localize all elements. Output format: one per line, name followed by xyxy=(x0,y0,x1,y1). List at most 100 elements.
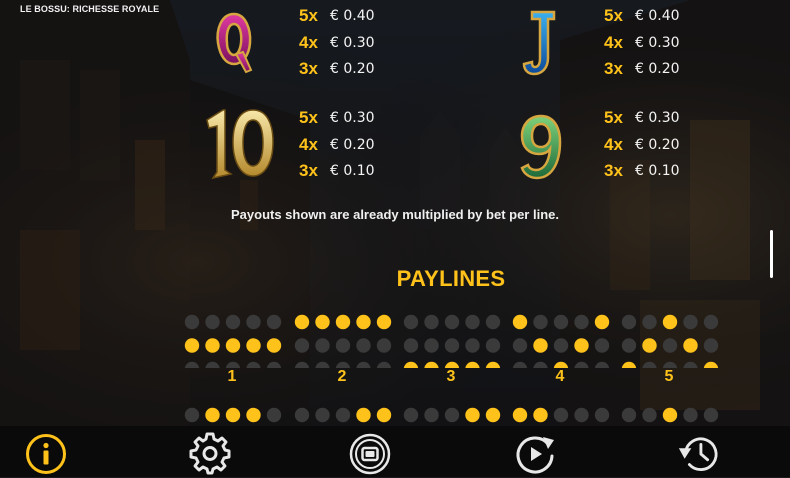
number-9-symbol-icon xyxy=(518,112,564,180)
payline-dot xyxy=(683,407,698,423)
payline-dot xyxy=(294,338,310,353)
autoplay-button[interactable] xyxy=(347,432,393,478)
payline-dot-active xyxy=(266,338,282,353)
payline-dot xyxy=(642,314,657,330)
payout-amount: € 0.30 xyxy=(330,110,375,127)
payline-dot xyxy=(444,314,460,330)
payline-dot xyxy=(424,407,439,423)
payout-row: 3x € 0.10 xyxy=(604,158,704,185)
info-icon xyxy=(26,434,66,474)
game-title: LE BOSSU: RICHESSE ROYALE xyxy=(20,4,160,14)
spin-icon xyxy=(516,436,554,474)
payline-grid-partial xyxy=(621,407,719,423)
payout-count: 5x xyxy=(604,108,623,128)
payout-count: 5x xyxy=(299,108,318,128)
payline-dot xyxy=(403,314,419,330)
payline-dot-active xyxy=(512,407,528,423)
payout-amount: € 0.40 xyxy=(330,8,375,25)
payout-row: 5x € 0.40 xyxy=(604,3,704,30)
payline-dot-active xyxy=(533,407,548,423)
paytable-j-payouts: 5x € 0.40 4x € 0.30 3x € 0.20 xyxy=(604,3,704,83)
payline-grid-partial xyxy=(184,407,282,423)
payline-dot-active xyxy=(662,314,678,330)
payline-grid-partial xyxy=(294,407,392,423)
payline-dot xyxy=(205,314,220,330)
payline-dot-active xyxy=(356,314,371,330)
payline-number: 3 xyxy=(446,368,456,385)
payline-dot xyxy=(444,407,460,423)
payout-row: 5x € 0.40 xyxy=(299,3,399,30)
payline-diagram: 2 xyxy=(292,312,392,385)
payline-dot-active xyxy=(485,407,501,423)
payline-dot xyxy=(553,407,569,423)
payline-dot-active xyxy=(683,338,698,353)
payline-diagram-partial xyxy=(510,405,610,426)
payline-dot xyxy=(294,407,310,423)
payout-count: 3x xyxy=(299,59,318,79)
payout-count: 4x xyxy=(604,134,623,154)
payline-diagram-partial xyxy=(182,405,282,426)
payline-dot xyxy=(574,314,589,330)
payout-row: 4x € 0.20 xyxy=(299,132,399,159)
payout-amount: € 0.10 xyxy=(330,163,375,180)
payline-dot-active xyxy=(225,407,241,423)
payline-dot xyxy=(184,314,200,330)
payout-amount: € 0.20 xyxy=(635,136,680,153)
payline-dot-active xyxy=(225,338,241,353)
payline-dot-active xyxy=(246,338,261,353)
payout-row: 5x € 0.30 xyxy=(299,105,399,132)
payout-count: 3x xyxy=(299,161,318,181)
payline-number: 4 xyxy=(555,368,565,385)
spin-button[interactable] xyxy=(512,432,558,478)
payline-dot-active xyxy=(574,338,589,353)
paylines-title: PAYLINES xyxy=(396,266,506,291)
payline-diagram-partial xyxy=(292,405,392,426)
payline-dot xyxy=(335,407,351,423)
history-icon xyxy=(678,437,718,471)
payout-amount: € 0.20 xyxy=(635,61,680,78)
payline-dot xyxy=(594,407,610,423)
payline-dot-active xyxy=(246,407,261,423)
payline-dot xyxy=(225,314,241,330)
payline-dot-active xyxy=(533,338,548,353)
payout-row: 3x € 0.10 xyxy=(299,158,399,185)
history-button[interactable] xyxy=(676,432,722,478)
payline-dot xyxy=(553,314,569,330)
payout-count: 5x xyxy=(604,6,623,26)
payline-grid xyxy=(512,314,610,368)
scrollbar-thumb[interactable] xyxy=(770,230,773,278)
payout-count: 3x xyxy=(604,161,623,181)
payline-number: 1 xyxy=(227,368,237,385)
payline-dot xyxy=(512,338,528,353)
settings-button[interactable] xyxy=(187,432,233,478)
payline-dot-active xyxy=(315,314,330,330)
payline-dot-active xyxy=(376,314,392,330)
payline-dot xyxy=(403,338,419,353)
payline-dot-active xyxy=(335,314,351,330)
payout-row: 4x € 0.20 xyxy=(604,132,704,159)
payline-dot xyxy=(574,407,589,423)
payline-dot xyxy=(621,407,637,423)
payline-diagram: 1 xyxy=(182,312,282,385)
payline-dot xyxy=(553,338,569,353)
payout-amount: € 0.10 xyxy=(635,163,680,180)
payout-amount: € 0.20 xyxy=(330,61,375,78)
payline-dot xyxy=(683,314,698,330)
payline-dot xyxy=(703,338,719,353)
payline-dot-active xyxy=(642,338,657,353)
info-button[interactable] xyxy=(23,432,69,478)
paytable-10-payouts: 5x € 0.30 4x € 0.20 3x € 0.10 xyxy=(299,105,399,185)
payout-count: 5x xyxy=(299,6,318,26)
paytable-9-payouts: 5x € 0.30 4x € 0.20 3x € 0.10 xyxy=(604,105,704,185)
payline-dot xyxy=(465,314,480,330)
payout-count: 4x xyxy=(299,134,318,154)
payline-dot xyxy=(662,338,678,353)
payline-dot xyxy=(376,338,392,353)
payline-dot xyxy=(266,314,282,330)
payline-dot xyxy=(642,407,657,423)
payline-diagram: 4 xyxy=(510,312,610,385)
payout-amount: € 0.30 xyxy=(635,110,680,127)
payout-row: 4x € 0.30 xyxy=(299,30,399,57)
payline-dot-active xyxy=(465,407,480,423)
payout-row: 3x € 0.20 xyxy=(299,56,399,83)
